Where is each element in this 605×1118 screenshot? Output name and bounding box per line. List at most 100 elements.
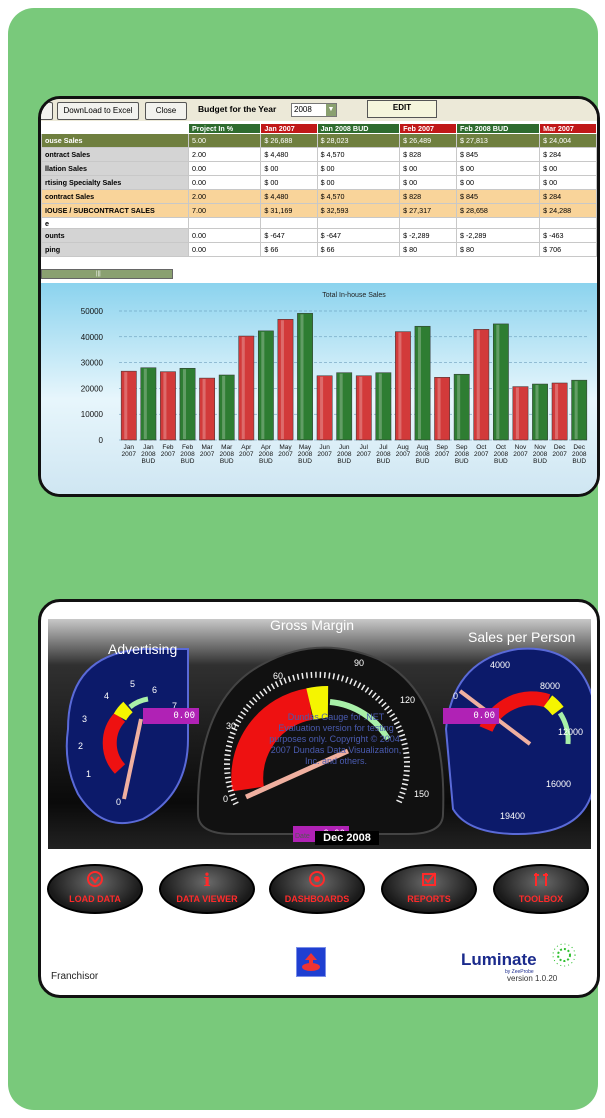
chevron-down-icon[interactable]: ▼	[326, 104, 336, 116]
table-cell[interactable]: $ 4,480	[260, 189, 318, 204]
table-cell[interactable]: $ 00	[455, 161, 541, 176]
nav-button-label: REPORTS	[407, 894, 451, 904]
x-tick-label: May	[299, 444, 312, 451]
date-value: Dec 2008	[315, 831, 379, 845]
table-cell[interactable]: $ 27,317	[399, 203, 457, 218]
column-header[interactable]: Mar 2007	[539, 123, 597, 134]
table-cell[interactable]: $ 00	[260, 161, 318, 176]
nav-button-label: TOOLBOX	[518, 894, 564, 904]
nav-button-load-data[interactable]: LOAD DATA	[47, 864, 143, 914]
table-cell[interactable]: $ 31,169	[260, 203, 318, 218]
table-cell[interactable]	[260, 217, 318, 229]
column-header[interactable]: Jan 2007	[260, 123, 318, 134]
table-cell[interactable]: $ 00	[455, 175, 541, 190]
table-cell[interactable]: $ 26,688	[260, 133, 318, 148]
table-cell[interactable]: $ 00	[399, 161, 457, 176]
edit-button[interactable]: EDIT	[367, 100, 437, 118]
table-cell[interactable]: $ 828	[399, 147, 457, 162]
table-row[interactable]: IOUSE / SUBCONTRACT SALES 7.00 $ 31,169 $ 3…	[41, 203, 597, 218]
table-cell[interactable]: $ -463	[539, 228, 597, 243]
table-cell[interactable]: $ 00	[539, 161, 597, 176]
table-cell[interactable]: $ 706	[539, 242, 597, 257]
table-cell[interactable]: $ 284	[539, 147, 597, 162]
x-tick-label: BUD	[494, 458, 508, 465]
table-cell[interactable]: $ 28,658	[455, 203, 541, 218]
collapse-button[interactable]	[41, 102, 53, 120]
table-cell[interactable]: $ -2,289	[399, 228, 457, 243]
table-cell[interactable]: $ 00	[316, 175, 401, 190]
table-cell[interactable]: 0.00	[187, 242, 262, 257]
column-header[interactable]: Jan 2008 BUD	[316, 123, 401, 134]
close-button[interactable]: Close	[145, 102, 187, 120]
table-cell[interactable]: 2.00	[187, 147, 262, 162]
table-row[interactable]: ounts 0.00 $ -647 $ -647 $ -2,289 $ -2,289 $ -…	[41, 228, 597, 243]
sun-burst-icon	[552, 943, 576, 967]
table-cell[interactable]: 0.00	[187, 161, 262, 176]
table-cell[interactable]: $ 32,593	[316, 203, 401, 218]
table-cell[interactable]: 0.00	[187, 228, 262, 243]
nav-button-label: DASHBOARDS	[284, 894, 350, 904]
gauge-tick-label: 0	[453, 691, 459, 701]
table-cell[interactable]: $ 4,570	[316, 147, 401, 162]
table-cell[interactable]: $ 845	[455, 147, 541, 162]
column-header[interactable]: Project In %	[187, 123, 262, 134]
table-cell[interactable]: $ 24,004	[539, 133, 597, 148]
download-excel-button[interactable]: DownLoad to Excel	[57, 102, 139, 120]
table-cell[interactable]	[399, 217, 457, 229]
table-cell[interactable]	[316, 217, 401, 229]
table-cell[interactable]: 7.00	[187, 203, 262, 218]
x-tick-label: Jul	[360, 444, 369, 451]
table-row[interactable]: e	[41, 217, 597, 229]
table-cell[interactable]: $ -647	[316, 228, 401, 243]
nav-button-data-viewer[interactable]: i DATA VIEWER	[159, 864, 255, 914]
horizontal-scrollbar[interactable]: |||	[41, 269, 173, 279]
gauge-tick-label: 2	[78, 741, 84, 751]
table-row[interactable]: ouse Sales 5.00 $ 26,688 $ 28,023 $ 26,489 $ …	[41, 133, 597, 148]
table-row[interactable]: llation Sales 0.00 $ 00 $ 00 $ 00 $ 00 $ 00	[41, 161, 597, 176]
table-row[interactable]: ontract Sales 2.00 $ 4,480 $ 4,570 $ 828 $ 84…	[41, 147, 597, 162]
table-cell[interactable]: $ 27,813	[455, 133, 541, 148]
scrollbar-grip-icon[interactable]: |||	[96, 270, 101, 278]
table-cell[interactable]: $ 4,480	[260, 147, 318, 162]
table-cell[interactable]: $ 24,288	[539, 203, 597, 218]
table-cell[interactable]: 2.00	[187, 189, 262, 204]
nav-button-dashboards[interactable]: DASHBOARDS	[269, 864, 365, 914]
gauge-tick-label: 12000	[558, 727, 584, 737]
nav-button-toolbox[interactable]: TOOLBOX	[493, 864, 589, 914]
table-cell[interactable]: $ 00	[260, 175, 318, 190]
table-cell[interactable]: $ 28,023	[316, 133, 401, 148]
table-cell[interactable]: $ 845	[455, 189, 541, 204]
table-cell[interactable]: $ 80	[455, 242, 541, 257]
table-cell[interactable]: $ 828	[399, 189, 457, 204]
table-cell[interactable]: $ 66	[316, 242, 401, 257]
column-header[interactable]: Feb 2008 BUD	[455, 123, 541, 134]
table-cell[interactable]	[539, 217, 597, 229]
bar	[551, 382, 568, 441]
column-header[interactable]: Feb 2007	[399, 123, 457, 134]
year-select[interactable]: 2008 ▼	[291, 103, 337, 117]
table-cell[interactable]: $ 4,570	[316, 189, 401, 204]
bar	[473, 329, 490, 441]
nav-button-reports[interactable]: REPORTS	[381, 864, 477, 914]
table-cell[interactable]: $ 66	[260, 242, 318, 257]
table-cell[interactable]: $ 80	[399, 242, 457, 257]
bar	[218, 374, 235, 441]
table-row[interactable]: rtising Specialty Sales 0.00 $ 00 $ 00 $ 00 $…	[41, 175, 597, 190]
table-row[interactable]: contract Sales 2.00 $ 4,480 $ 4,570 $ 828 $ 8…	[41, 189, 597, 204]
table-cell[interactable]	[187, 217, 262, 229]
table-cell[interactable]: $ -2,289	[455, 228, 541, 243]
column-header[interactable]	[41, 123, 189, 134]
table-cell[interactable]: $ 00	[316, 161, 401, 176]
table-cell[interactable]: 5.00	[187, 133, 262, 148]
table-cell[interactable]: $ 00	[399, 175, 457, 190]
table-cell[interactable]	[455, 217, 541, 229]
table-cell[interactable]: $ 00	[539, 175, 597, 190]
table-cell[interactable]: $ -647	[260, 228, 318, 243]
upload-button[interactable]	[296, 947, 326, 977]
table-cell[interactable]: $ 284	[539, 189, 597, 204]
table-header-row: Project In % Jan 2007 Jan 2008 BUD Feb 2007…	[41, 123, 597, 134]
table-row[interactable]: ping 0.00 $ 66 $ 66 $ 80 $ 80 $ 706	[41, 242, 597, 257]
x-tick-label: Jan	[143, 444, 154, 451]
table-cell[interactable]: 0.00	[187, 175, 262, 190]
table-cell[interactable]: $ 26,489	[399, 133, 457, 148]
